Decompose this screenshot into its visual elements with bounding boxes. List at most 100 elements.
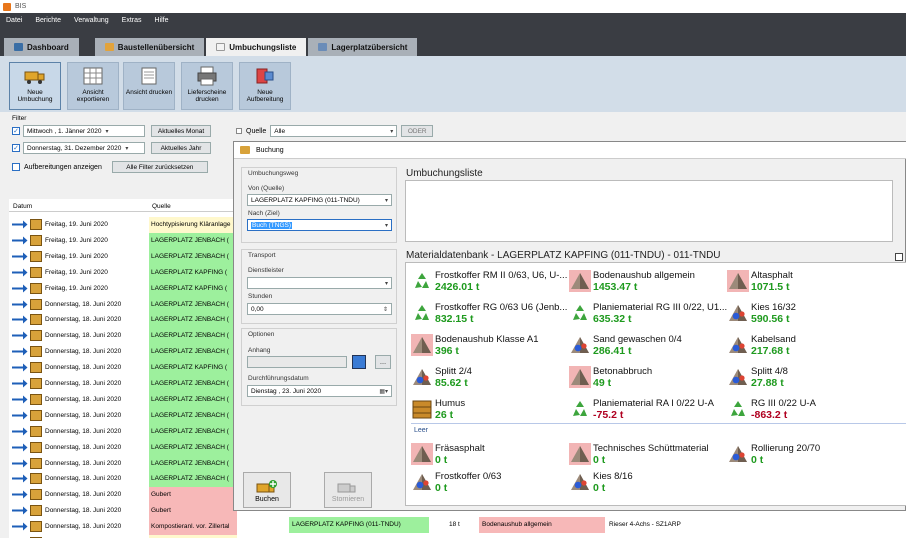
menu-bar: Datei Berichte Verwaltung Extras Hilfe: [0, 13, 906, 28]
material-item-empty[interactable]: Kies 8/16 0 t: [569, 469, 727, 501]
tab-umbuchungsliste[interactable]: Umbuchungsliste: [206, 38, 307, 56]
anhang-label: Anhang: [248, 347, 271, 354]
material-item[interactable]: Altasphalt 1071.5 t: [727, 268, 885, 300]
col-datum[interactable]: Datum: [13, 203, 32, 210]
row-date: Donnerstag, 18. Juni 2020: [45, 316, 122, 324]
umbuchungsliste-textbox[interactable]: [405, 180, 893, 242]
current-month-button[interactable]: Aktuelles Monat: [151, 125, 211, 137]
chevron-down-icon: ▾: [384, 197, 388, 204]
dashboard-icon: [14, 43, 23, 51]
anhang-input[interactable]: [247, 356, 347, 368]
material-amount: 0 t: [593, 482, 606, 494]
tab-baustellenuebersicht[interactable]: Baustellenübersicht: [94, 38, 205, 56]
material-name: Planiematerial RA I 0/22 U-A: [593, 398, 714, 409]
arrow-right-icon: [12, 284, 28, 293]
nach-select[interactable]: Buch (TNGS) ▾: [247, 219, 392, 231]
arrow-right-icon: [12, 411, 28, 420]
material-amount: 832.15 t: [435, 313, 474, 325]
oder-button[interactable]: ODER: [401, 125, 434, 137]
stunden-input[interactable]: 0,00 ⇕: [247, 303, 392, 315]
gravel-pile-icon: [727, 334, 749, 356]
dienstleister-label: Dienstleister: [248, 267, 284, 274]
spinner-icon[interactable]: ⇕: [383, 306, 388, 313]
arrow-right-icon: [12, 506, 28, 515]
app-logo-icon: [3, 2, 11, 11]
from-date-picker[interactable]: Mittwoch , 1. Jänner 2020 ▾: [23, 125, 145, 137]
von-label: Von (Quelle): [248, 185, 285, 192]
matdb-toggle[interactable]: [895, 253, 903, 261]
chevron-down-icon: ▾: [384, 280, 388, 287]
material-item[interactable]: Bodenaushub Klasse A1 396 t: [411, 332, 569, 364]
calendar-icon[interactable]: ▦▾: [379, 388, 388, 395]
material-amount: 590.56 t: [751, 313, 790, 325]
menu-berichte[interactable]: Berichte: [35, 17, 61, 24]
barrier-icon: [104, 43, 114, 51]
material-item-empty[interactable]: Rollierung 20/70 0 t: [727, 441, 885, 473]
material-item[interactable]: Splitt 2/4 85.62 t: [411, 364, 569, 396]
barrier-icon: [30, 346, 42, 358]
to-date-picker[interactable]: Donnerstag, 31. Dezember 2020 ▾: [23, 142, 145, 154]
last-row-ziel: LAGERPLATZ KAPFING (011-TNDU): [289, 517, 429, 533]
material-item[interactable]: Bodenaushub allgemein 1453.47 t: [569, 268, 727, 300]
arrow-right-icon: [12, 522, 28, 531]
material-item-empty[interactable]: Frostkoffer 0/63 0 t: [411, 469, 569, 501]
reset-filters-button[interactable]: Alle Filter zurücksetzen: [111, 161, 208, 173]
material-item[interactable]: Splitt 4/8 27.88 t: [727, 364, 885, 396]
current-year-button[interactable]: Aktuelles Jahr: [151, 142, 211, 154]
material-item[interactable]: Betonabbruch 49 t: [569, 364, 727, 396]
row-date: Donnerstag, 18. Juni 2020: [45, 459, 122, 467]
processing-icon: [256, 68, 274, 84]
tab-lagerplatzuebersicht[interactable]: Lagerplatzübersicht: [308, 38, 418, 56]
printer-icon: [197, 66, 217, 86]
matdb-heading: Materialdatenbank - LAGERPLATZ KAPFING (…: [406, 250, 721, 261]
stornieren-button[interactable]: Stornieren: [324, 472, 372, 508]
col-quelle[interactable]: Quelle: [152, 203, 171, 210]
arrow-right-icon: [12, 490, 28, 499]
stunden-label: Stunden: [248, 293, 273, 300]
material-item[interactable]: Planiematerial RG III 0/22, U1... 635.32 …: [569, 300, 727, 332]
quelle-checkbox[interactable]: [236, 128, 242, 134]
open-file-icon[interactable]: [352, 355, 366, 369]
row-quelle: LAGERPLATZ KAPFING (: [149, 264, 237, 281]
new-umbuchung-button[interactable]: Neue Umbuchung: [9, 62, 61, 110]
gravel-pile-icon: [727, 443, 749, 465]
material-item[interactable]: Kies 16/32 590.56 t: [727, 300, 885, 332]
menu-hilfe[interactable]: Hilfe: [155, 17, 169, 24]
row-date: Donnerstag, 18. Juni 2020: [45, 332, 122, 340]
quelle-select[interactable]: Alle ▾: [270, 125, 398, 137]
tab-dashboard[interactable]: Dashboard: [4, 38, 79, 56]
quelle-label: Quelle: [246, 127, 267, 135]
material-amount: 0 t: [435, 482, 448, 494]
material-item[interactable]: Kabelsand 217.68 t: [727, 332, 885, 364]
export-view-button[interactable]: Ansicht exportieren: [67, 62, 119, 110]
menu-verwaltung[interactable]: Verwaltung: [74, 17, 109, 24]
print-delivery-notes-button[interactable]: Lieferscheine drucken: [181, 62, 233, 110]
material-item[interactable]: Sand gewaschen 0/4 286.41 t: [569, 332, 727, 364]
from-date-checkbox[interactable]: ✓: [12, 127, 20, 135]
print-view-button[interactable]: Ansicht drucken: [123, 62, 175, 110]
material-item[interactable]: Frostkoffer RM II 0/63, U6, U-... 2426.01…: [411, 268, 569, 300]
material-name: Fräsasphalt: [435, 443, 485, 454]
row-quelle: LAGERPLATZ JENBACH (: [149, 471, 237, 488]
material-name: RG III 0/22 U-A: [751, 398, 816, 409]
material-name: Humus: [435, 398, 466, 409]
durchfuehrung-date-picker[interactable]: Dienstag , 23. Juni 2020 ▦▾: [247, 385, 392, 397]
chevron-down-icon: ▾: [384, 222, 388, 229]
storage-icon: [318, 43, 328, 51]
to-date-checkbox[interactable]: ✓: [12, 144, 20, 152]
aufbereitungen-checkbox[interactable]: [12, 163, 20, 171]
menu-datei[interactable]: Datei: [6, 17, 22, 24]
new-aufbereitung-button[interactable]: Neue Aufbereitung: [239, 62, 291, 110]
dienstleister-select[interactable]: ▾: [247, 277, 392, 289]
row-quelle: LAGERPLATZ KAPFING (: [149, 280, 237, 297]
barrier-icon: [30, 298, 42, 310]
buchen-button[interactable]: Buchen: [243, 472, 291, 508]
material-item[interactable]: Frostkoffer RG 0/63 U6 (Jenb... 832.15 t: [411, 300, 569, 332]
row-quelle: LAGERPLATZ JENBACH (: [149, 248, 237, 265]
browse-button[interactable]: …: [375, 355, 391, 369]
von-select[interactable]: LAGERPLATZ KAPFING (011-TNDU) ▾: [247, 194, 392, 206]
row-quelle: Gubert: [149, 487, 237, 504]
arrow-right-icon: [12, 236, 28, 245]
menu-extras[interactable]: Extras: [122, 17, 142, 24]
row-quelle: LAGERPLATZ JENBACH (: [149, 344, 237, 361]
